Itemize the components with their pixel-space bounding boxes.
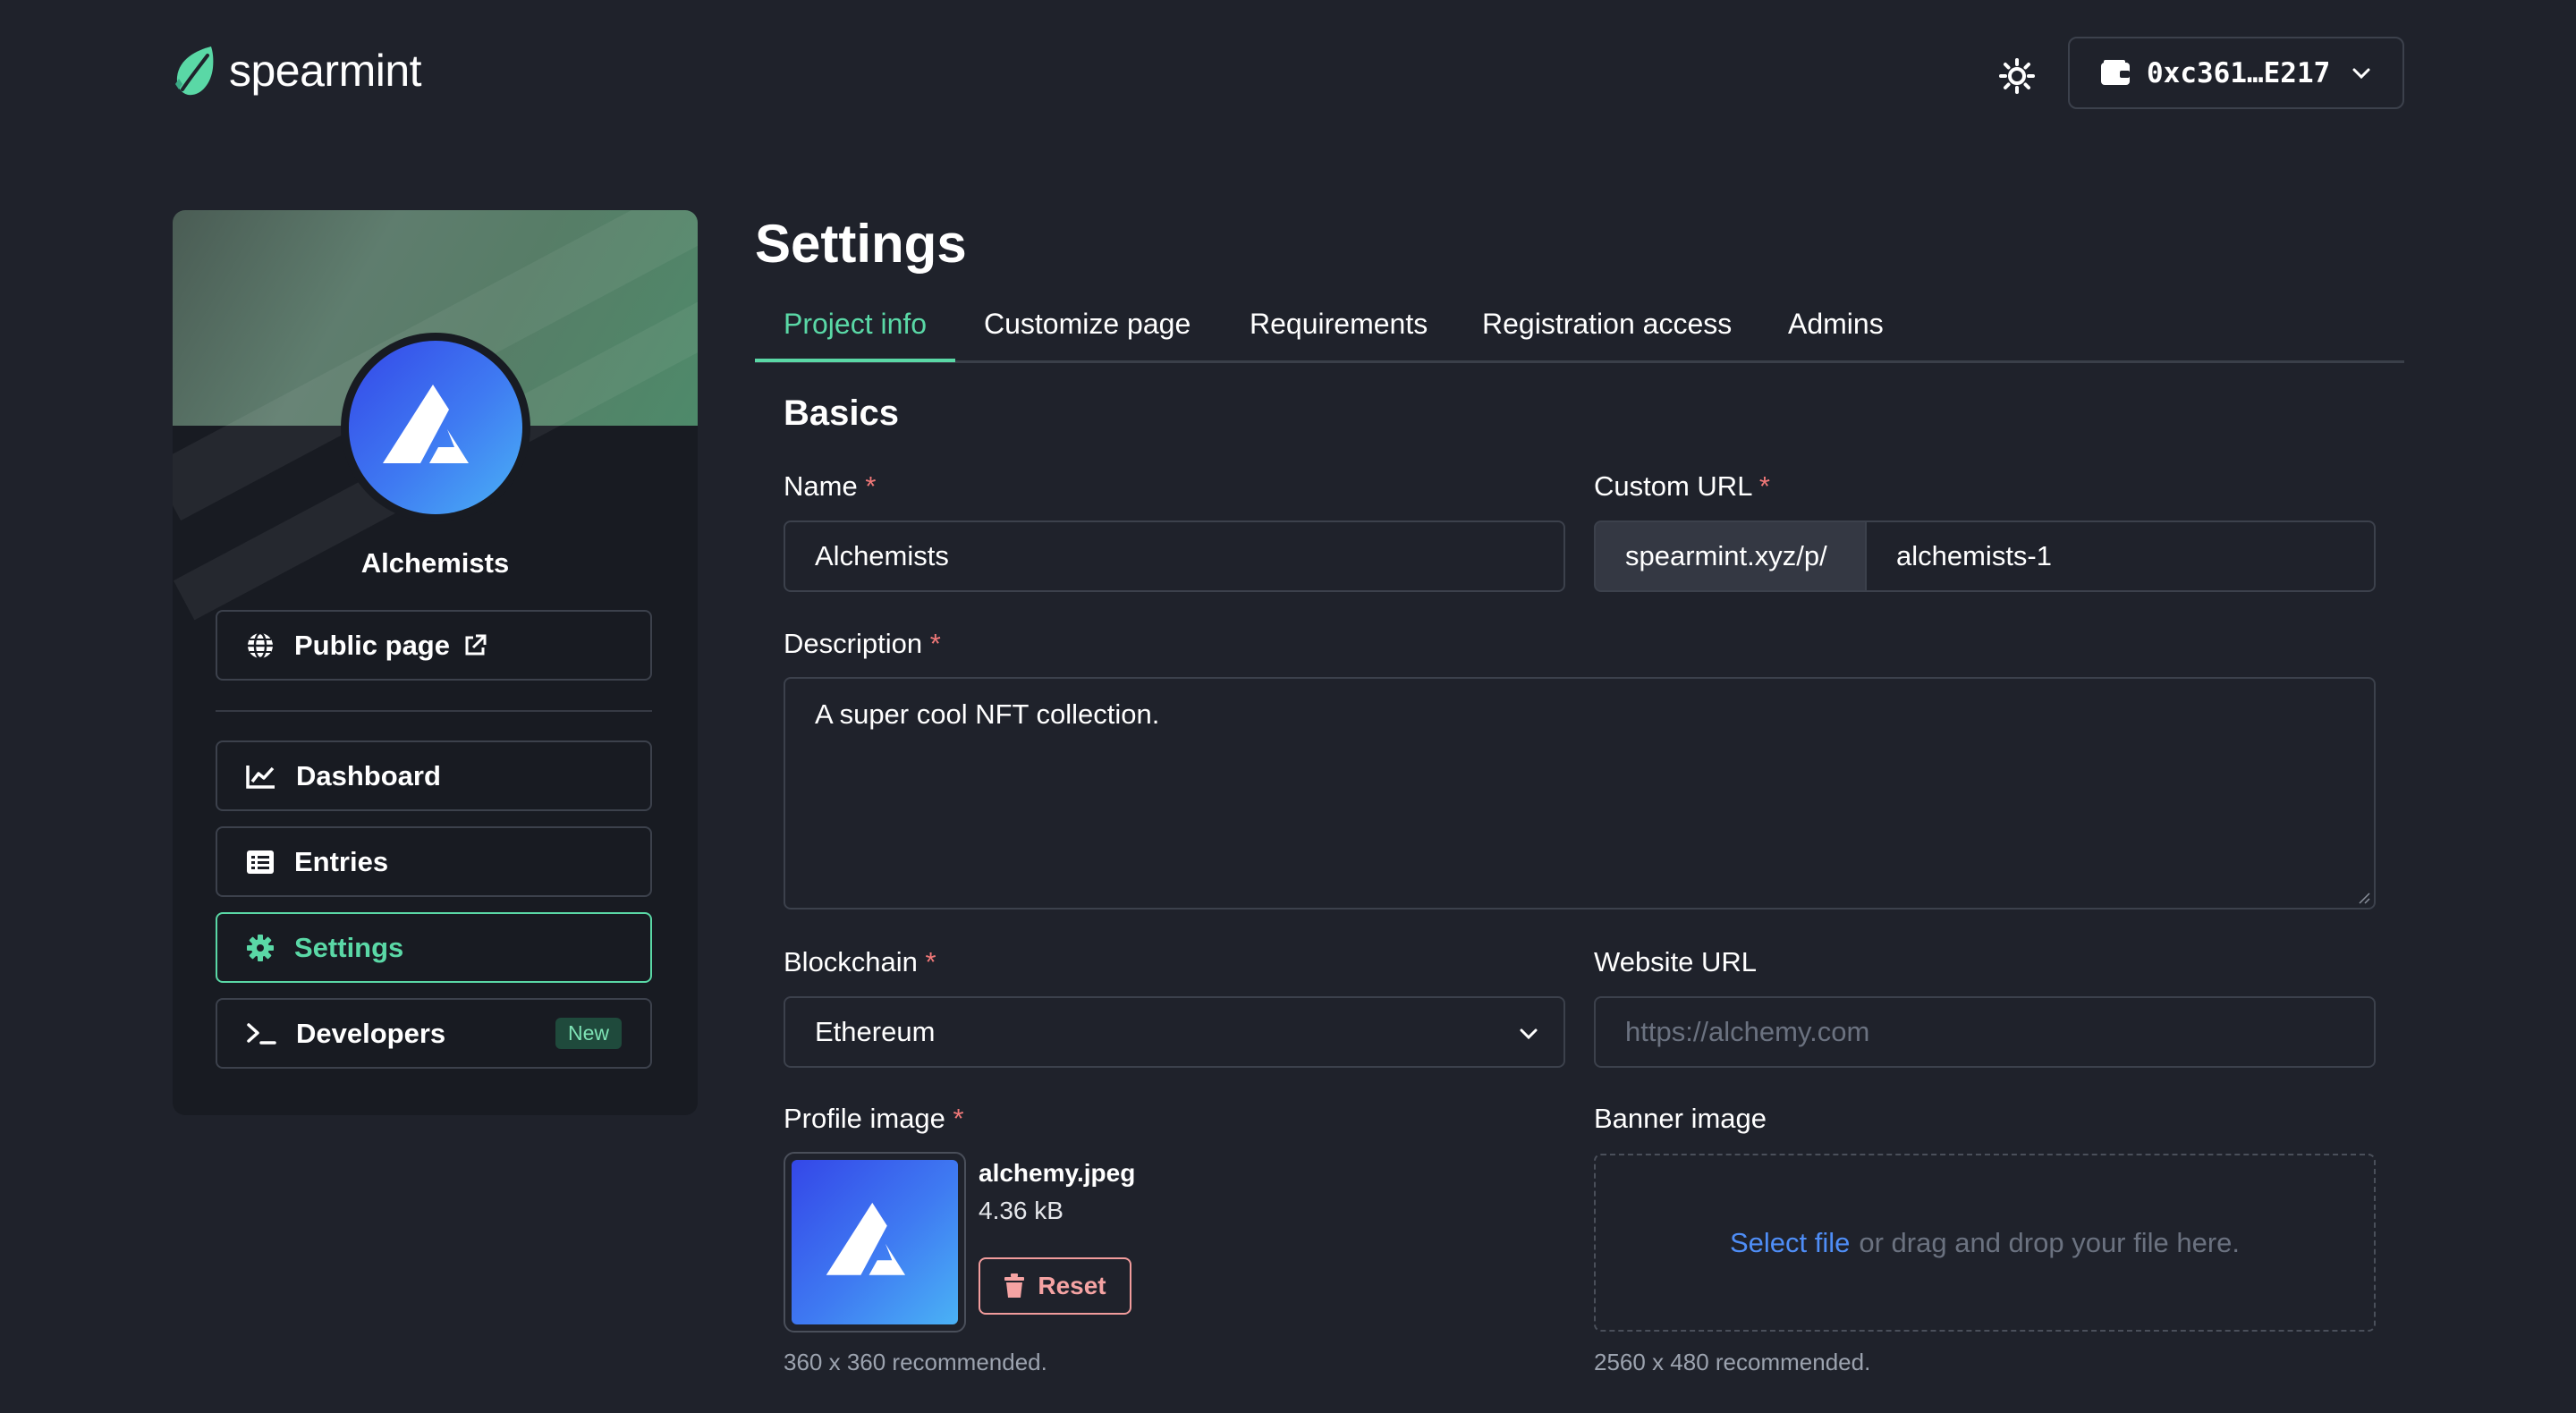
wallet-icon (2101, 59, 2130, 85)
sun-icon (1999, 58, 2035, 94)
section-title: Basics (784, 393, 899, 433)
tab-admins[interactable]: Admins (1788, 308, 1884, 341)
reset-label: Reset (1038, 1272, 1106, 1299)
sidebar-item-label: Dashboard (296, 759, 441, 791)
website-url-placeholder: https://alchemy.com (1625, 1016, 1870, 1047)
tab-registration-access[interactable]: Registration access (1482, 308, 1732, 341)
chart-line-icon (246, 765, 275, 789)
website-url-input[interactable]: https://alchemy.com (1594, 996, 2376, 1068)
alchemy-logo-icon (826, 1202, 906, 1275)
name-input[interactable]: Alchemists (784, 520, 1565, 592)
wallet-address: 0xc361…E217 (2147, 56, 2331, 89)
project-sidebar: Alchemists Public page Dashboard Entries… (173, 210, 698, 1115)
select-file-link[interactable]: Select file (1730, 1227, 1850, 1259)
banner-image-dropzone[interactable]: Select file or drag and drop your file h… (1594, 1154, 2376, 1332)
required-mark: * (1758, 470, 1770, 502)
settings-tabs: Project info Customize page Requirements… (755, 300, 2404, 363)
sidebar-item-label: Entries (294, 845, 389, 877)
settings-page: spearmint 0xc361…E217 Alchemists Public … (0, 0, 2576, 1413)
blockchain-label: Blockchain * (784, 946, 936, 977)
sidebar-item-entries[interactable]: Entries (216, 826, 652, 897)
required-mark: * (925, 946, 936, 977)
project-avatar (341, 333, 530, 522)
leaf-logo-icon (175, 47, 214, 96)
wallet-button[interactable]: 0xc361…E217 (2068, 37, 2404, 109)
sidebar-item-developers[interactable]: Developers New (216, 998, 652, 1069)
terminal-icon (247, 1022, 276, 1045)
list-icon (247, 850, 274, 874)
tab-project-info[interactable]: Project info (784, 308, 927, 341)
required-mark: * (953, 1103, 964, 1134)
custom-url-label: Custom URL * (1594, 470, 1770, 502)
tab-customize-page[interactable]: Customize page (984, 308, 1191, 341)
resize-handle-icon[interactable] (2356, 890, 2370, 904)
gear-icon (247, 934, 274, 961)
sidebar-item-settings[interactable]: Settings (216, 912, 652, 983)
banner-image-label: Banner image (1594, 1103, 1767, 1134)
top-header: spearmint 0xc361…E217 (0, 0, 2576, 147)
external-link-icon (465, 634, 487, 655)
trash-icon (1004, 1273, 1025, 1298)
blockchain-value: Ethereum (815, 1016, 936, 1047)
public-page-label: Public page (294, 629, 450, 661)
public-page-button[interactable]: Public page (216, 610, 652, 681)
active-tab-indicator (755, 359, 955, 362)
drop-text: or drag and drop your file here. (1859, 1226, 2241, 1258)
new-badge: New (555, 1018, 622, 1049)
profile-image-label: Profile image * (784, 1103, 964, 1134)
sidebar-item-label: Developers (296, 1017, 446, 1049)
sidebar-divider (216, 710, 652, 712)
profile-image-filesize: 4.36 kB (979, 1197, 1063, 1224)
blockchain-select[interactable]: Ethereum (784, 996, 1565, 1068)
theme-toggle-button[interactable] (1995, 54, 2039, 98)
custom-url-input[interactable]: alchemists-1 (1865, 520, 2376, 592)
required-mark: * (929, 628, 941, 659)
custom-url-prefix: spearmint.xyz/p/ (1594, 520, 1867, 592)
sidebar-item-dashboard[interactable]: Dashboard (216, 740, 652, 811)
app-name: spearmint (229, 46, 422, 96)
website-url-label: Website URL (1594, 946, 1758, 977)
custom-url-value: alchemists-1 (1896, 540, 2052, 571)
name-label: Name * (784, 470, 877, 502)
profile-image-preview (784, 1152, 966, 1333)
name-value: Alchemists (815, 540, 949, 571)
chevron-down-icon (2352, 68, 2370, 79)
reset-button[interactable]: Reset (979, 1257, 1131, 1315)
globe-icon (248, 631, 273, 659)
profile-image-hint: 360 x 360 recommended. (784, 1349, 1047, 1375)
project-name: Alchemists (360, 547, 510, 579)
description-label: Description * (784, 628, 941, 659)
spearmint-logo[interactable]: spearmint (170, 43, 422, 98)
profile-image-filename: alchemy.jpeg (979, 1159, 1136, 1187)
description-value: A super cool NFT collection. (815, 698, 1160, 730)
banner-image-hint: 2560 x 480 recommended. (1594, 1349, 1871, 1375)
required-mark: * (865, 470, 877, 502)
alchemy-logo-icon (383, 385, 469, 463)
tab-requirements[interactable]: Requirements (1250, 308, 1428, 341)
page-title: Settings (755, 214, 967, 274)
sidebar-item-label: Settings (294, 931, 404, 963)
chevron-down-icon (1520, 1028, 1538, 1040)
description-textarea[interactable]: A super cool NFT collection. (784, 677, 2376, 910)
